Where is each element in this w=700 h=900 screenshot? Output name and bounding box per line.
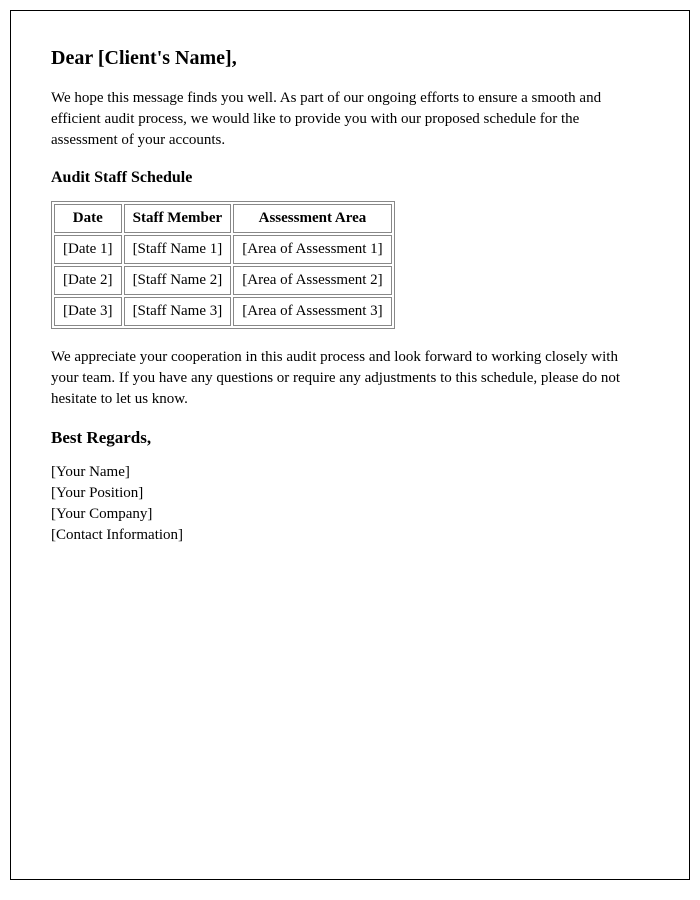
schedule-heading: Audit Staff Schedule xyxy=(51,169,649,187)
table-cell: [Staff Name 2] xyxy=(124,266,232,295)
table-header-date: Date xyxy=(54,204,122,233)
table-cell: [Date 3] xyxy=(54,297,122,326)
closing-paragraph: We appreciate your cooperation in this a… xyxy=(51,347,649,410)
table-row: [Date 3] [Staff Name 3] [Area of Assessm… xyxy=(54,297,392,326)
table-cell: [Date 2] xyxy=(54,266,122,295)
table-header-staff: Staff Member xyxy=(124,204,232,233)
table-cell: [Area of Assessment 3] xyxy=(233,297,391,326)
table-cell: [Staff Name 3] xyxy=(124,297,232,326)
signature-name: [Your Name] xyxy=(51,462,649,483)
table-header-row: Date Staff Member Assessment Area xyxy=(54,204,392,233)
table-cell: [Date 1] xyxy=(54,235,122,264)
schedule-table: Date Staff Member Assessment Area [Date … xyxy=(51,201,395,329)
signoff-heading: Best Regards, xyxy=(51,428,649,448)
table-header-area: Assessment Area xyxy=(233,204,391,233)
table-cell: [Area of Assessment 1] xyxy=(233,235,391,264)
document-page: Dear [Client's Name], We hope this messa… xyxy=(10,10,690,880)
greeting-heading: Dear [Client's Name], xyxy=(51,47,649,70)
table-row: [Date 2] [Staff Name 2] [Area of Assessm… xyxy=(54,266,392,295)
table-cell: [Area of Assessment 2] xyxy=(233,266,391,295)
table-row: [Date 1] [Staff Name 1] [Area of Assessm… xyxy=(54,235,392,264)
signature-company: [Your Company] xyxy=(51,504,649,525)
signature-contact: [Contact Information] xyxy=(51,525,649,546)
table-cell: [Staff Name 1] xyxy=(124,235,232,264)
signature-position: [Your Position] xyxy=(51,483,649,504)
intro-paragraph: We hope this message finds you well. As … xyxy=(51,88,649,151)
